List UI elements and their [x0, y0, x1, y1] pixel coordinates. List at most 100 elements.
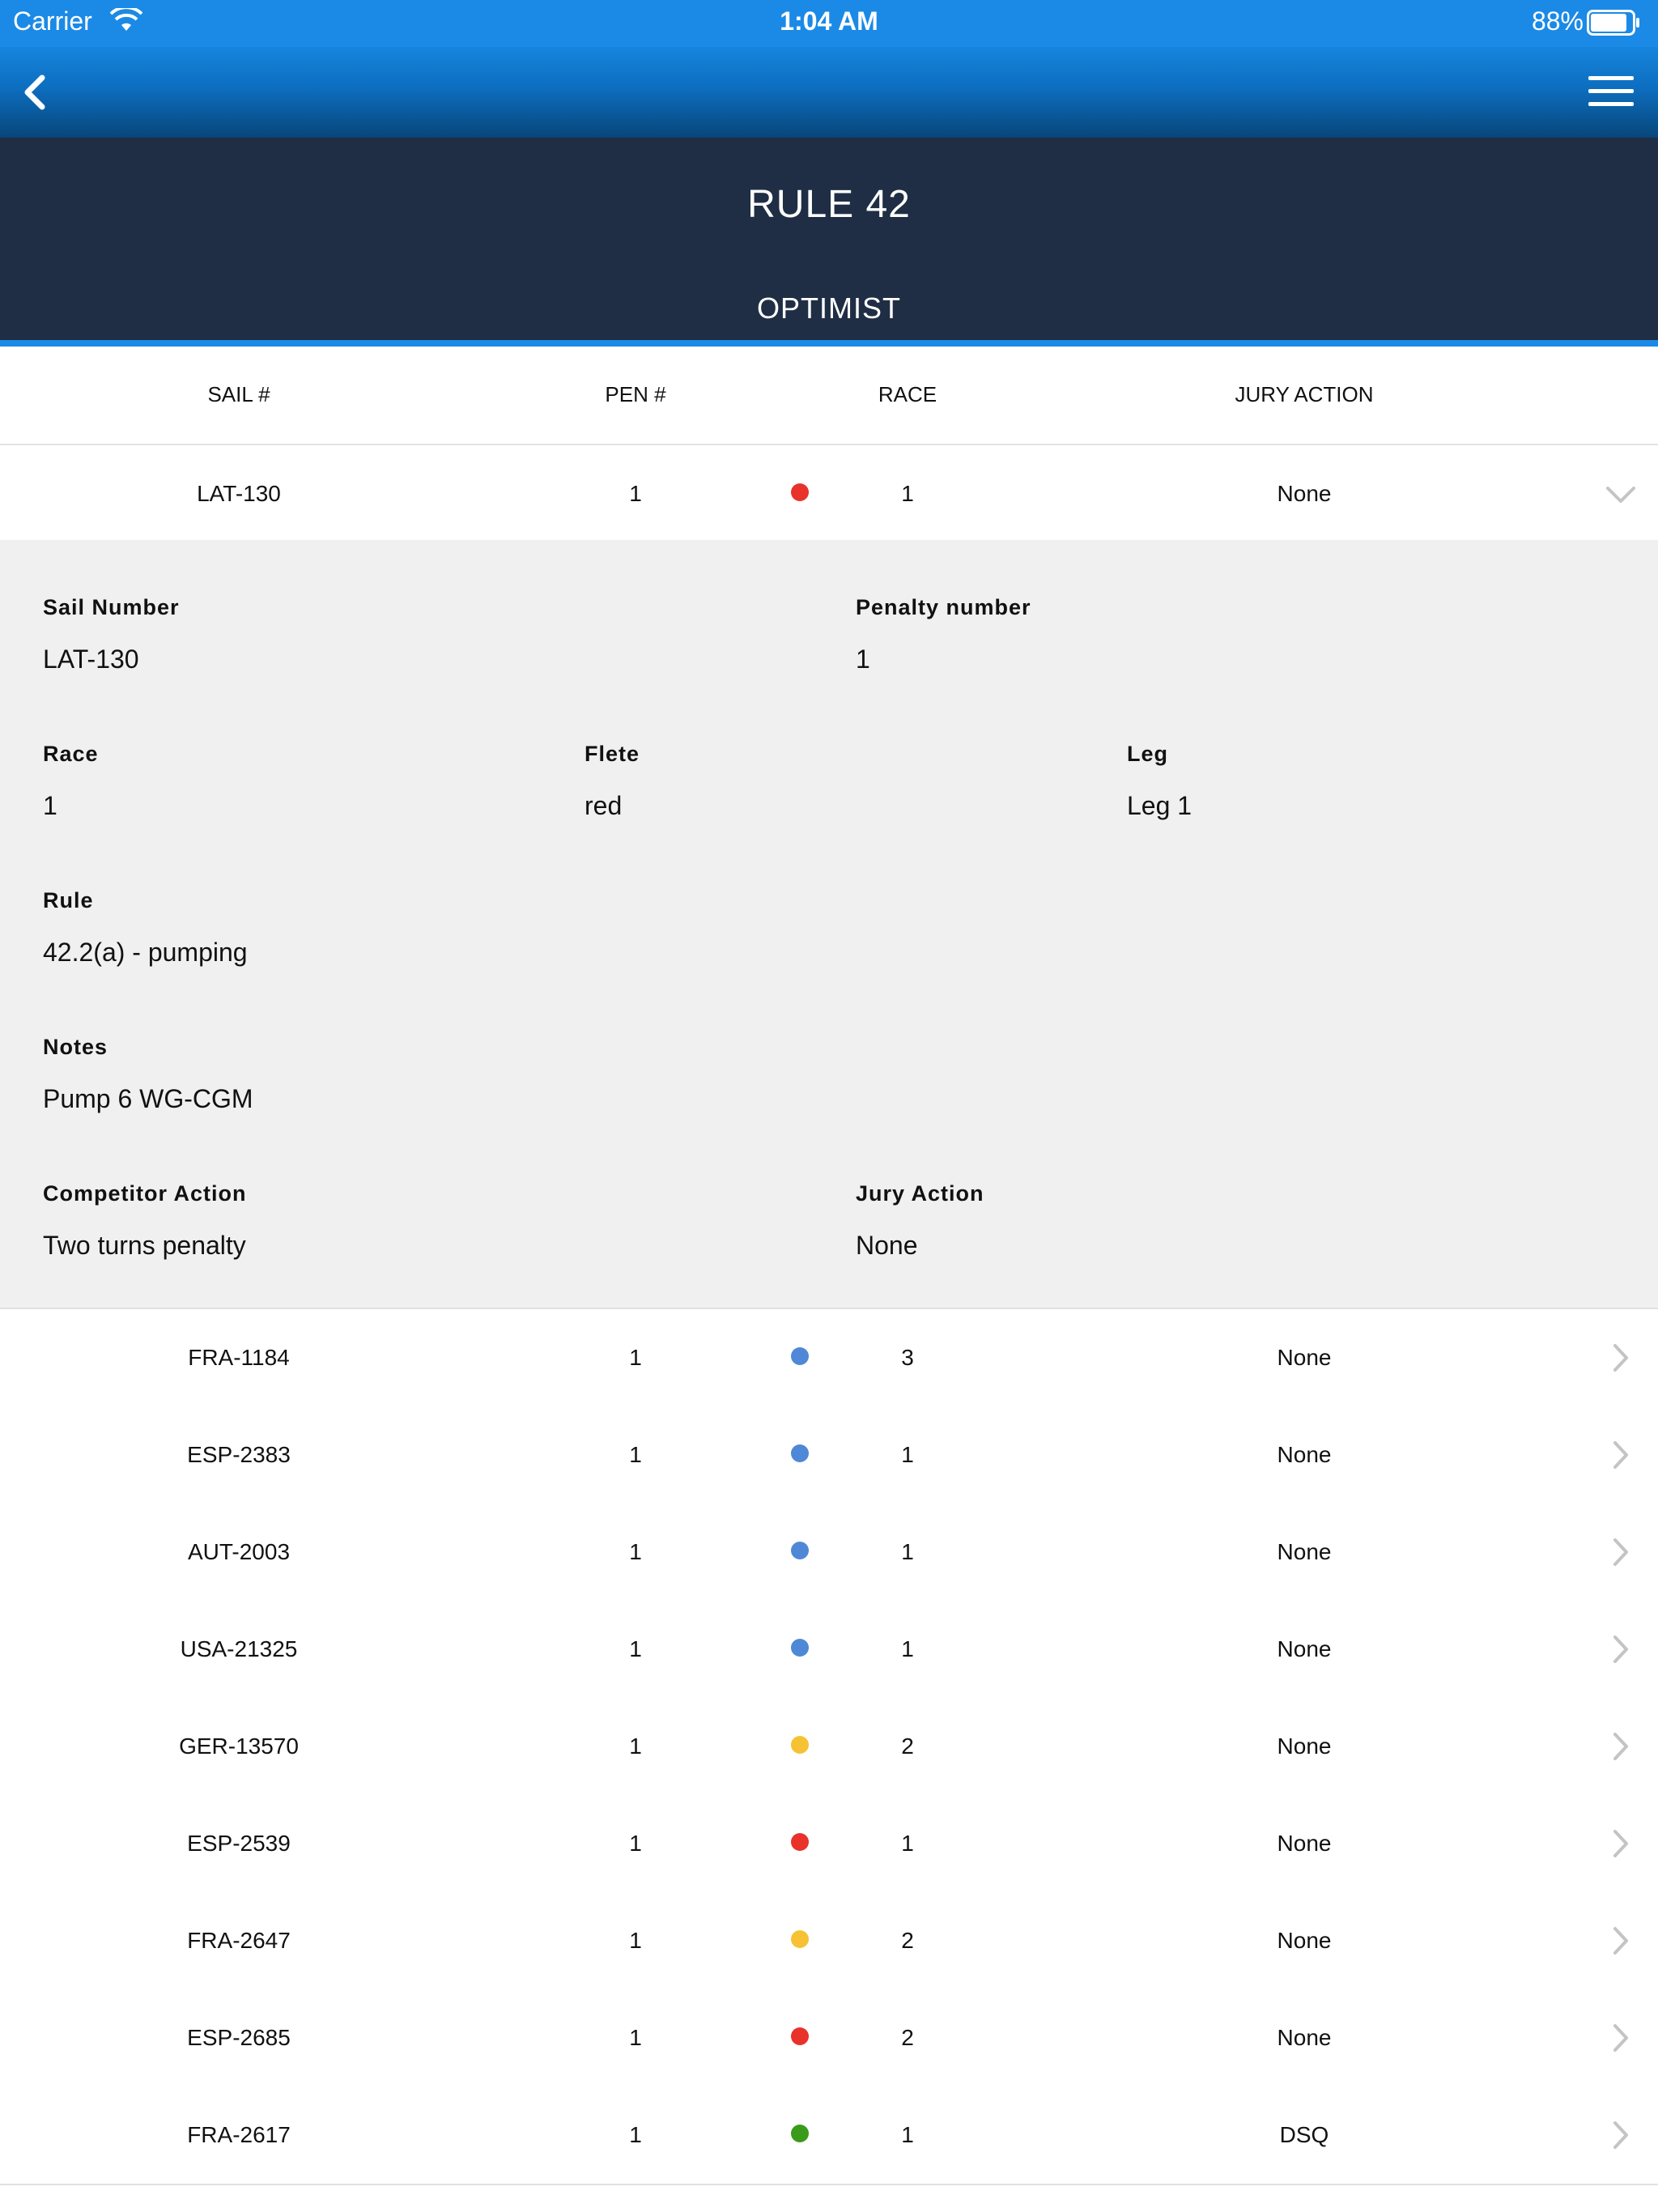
detail-leg: Leg Leg 1	[1127, 742, 1192, 821]
sail-number: ESP-2539	[187, 1831, 291, 1856]
race-number: 2	[901, 1733, 914, 1759]
detail-penalty-number: Penalty number 1	[856, 595, 1031, 674]
detail-value: 1	[43, 791, 57, 820]
race-number: 1	[901, 1636, 914, 1661]
race-number: 1	[901, 1539, 914, 1564]
page-header: RULE 42 OPTIMIST	[0, 138, 1658, 343]
race-number: 1	[901, 2122, 914, 2147]
sail-number: ESP-2685	[187, 2025, 291, 2050]
chevron-right-icon	[1613, 2121, 1628, 2149]
sail-number: FRA-2617	[187, 2122, 291, 2147]
race-number: 1	[901, 481, 914, 506]
penalty-number: 1	[629, 2025, 642, 2050]
menu-button[interactable]	[1587, 71, 1635, 112]
race-number: 2	[901, 2025, 914, 2050]
sail-number: GER-13570	[179, 1733, 299, 1759]
race-number: 1	[901, 1442, 914, 1467]
detail-notes: Notes Pump 6 WG-CGM	[43, 1035, 253, 1114]
fleet-color-dot	[791, 1347, 809, 1365]
table-row[interactable]: GER-13570 1 2 None	[0, 1698, 1658, 1797]
detail-value: 42.2(a) - pumping	[43, 938, 248, 967]
table-row[interactable]: ESP-2539 1 1 None	[0, 1795, 1658, 1894]
fleet-color-dot	[791, 2027, 809, 2045]
chevron-left-icon	[24, 74, 45, 110]
page-subtitle: OPTIMIST	[757, 291, 901, 325]
back-button[interactable]	[15, 70, 55, 115]
table-row[interactable]: ESP-2383 1 1 None	[0, 1406, 1658, 1505]
chevron-right-icon	[1613, 1733, 1628, 1760]
penalty-number: 1	[629, 1831, 642, 1856]
detail-label: Flete	[585, 742, 640, 766]
hamburger-menu-icon	[1588, 76, 1634, 106]
sail-number: LAT-130	[197, 481, 281, 506]
fleet-color-dot	[791, 1542, 809, 1559]
table-row[interactable]: FRA-2617 1 1 DSQ	[0, 2087, 1658, 2185]
chevron-right-icon	[1613, 1344, 1628, 1372]
jury-action: None	[1277, 1928, 1332, 1953]
detail-label: Race	[43, 742, 99, 766]
detail-race: Race 1	[43, 742, 99, 821]
detail-value: red	[585, 791, 623, 820]
status-bar: Carrier 1:04 AM 88%	[0, 0, 1658, 47]
column-header-race: RACE	[878, 382, 937, 406]
penalty-number: 1	[629, 1636, 642, 1661]
detail-value: 1	[856, 644, 870, 674]
penalty-detail-panel: Sail Number LAT-130 Penalty number 1 Rac…	[0, 540, 1658, 1309]
detail-value: Pump 6 WG-CGM	[43, 1084, 253, 1113]
sail-number: ESP-2383	[187, 1442, 291, 1467]
nav-bar	[0, 47, 1658, 138]
detail-label: Competitor Action	[43, 1181, 247, 1206]
detail-value: None	[856, 1231, 918, 1260]
table-row[interactable]: ESP-2685 1 2 None	[0, 1989, 1658, 2088]
penalty-number: 1	[629, 1539, 642, 1564]
table-header: SAIL # PEN # RACE JURY ACTION	[0, 347, 1658, 445]
detail-jury-action: Jury Action None	[856, 1181, 984, 1261]
detail-label: Leg	[1127, 742, 1169, 766]
chevron-right-icon	[1613, 1441, 1628, 1469]
column-header-jury-action: JURY ACTION	[1235, 382, 1374, 406]
fleet-color-dot	[791, 1930, 809, 1948]
detail-label: Rule	[43, 888, 94, 912]
penalty-number: 1	[629, 481, 642, 506]
race-number: 3	[901, 1345, 914, 1370]
penalty-number: 1	[629, 2122, 642, 2147]
chevron-right-icon	[1613, 1830, 1628, 1857]
chevron-down-icon	[1606, 487, 1635, 503]
race-number: 2	[901, 1928, 914, 1953]
sail-number: FRA-2647	[187, 1928, 291, 1953]
detail-label: Penalty number	[856, 595, 1031, 619]
fleet-color-dot	[791, 1639, 809, 1657]
fleet-color-dot	[791, 483, 809, 501]
column-header-pen: PEN #	[605, 382, 666, 406]
race-number: 1	[901, 1831, 914, 1856]
clock: 1:04 AM	[780, 6, 878, 36]
penalty-number: 1	[629, 1928, 642, 1953]
penalty-number: 1	[629, 1733, 642, 1759]
detail-flete: Flete red	[585, 742, 640, 821]
detail-value: LAT-130	[43, 644, 139, 674]
table-row-expanded[interactable]: LAT-130 1 1 None	[0, 445, 1658, 544]
jury-action: None	[1277, 1733, 1332, 1759]
table-row[interactable]: FRA-1184 1 3 None	[0, 1309, 1658, 1408]
sail-number: USA-21325	[180, 1636, 298, 1661]
chevron-right-icon	[1613, 1927, 1628, 1955]
fleet-color-dot	[791, 1833, 809, 1851]
jury-action: None	[1277, 2025, 1332, 2050]
jury-action: None	[1277, 1345, 1332, 1370]
jury-action: None	[1277, 1831, 1332, 1856]
jury-action: None	[1277, 1539, 1332, 1564]
table-row[interactable]: USA-21325 1 1 None	[0, 1601, 1658, 1699]
fleet-color-dot	[791, 1736, 809, 1754]
chevron-right-icon	[1613, 1538, 1628, 1566]
penalty-number: 1	[629, 1442, 642, 1467]
jury-action: None	[1277, 1636, 1332, 1661]
penalty-number: 1	[629, 1345, 642, 1370]
header-accent-bar	[0, 340, 1658, 347]
table-row[interactable]: FRA-2647 1 2 None	[0, 1892, 1658, 1991]
table-row[interactable]: AUT-2003 1 1 None	[0, 1504, 1658, 1602]
chevron-right-icon	[1613, 1636, 1628, 1663]
jury-action: DSQ	[1279, 2122, 1329, 2147]
detail-value: Leg 1	[1127, 791, 1192, 820]
battery-icon	[1587, 10, 1640, 42]
jury-action: None	[1277, 1442, 1332, 1467]
